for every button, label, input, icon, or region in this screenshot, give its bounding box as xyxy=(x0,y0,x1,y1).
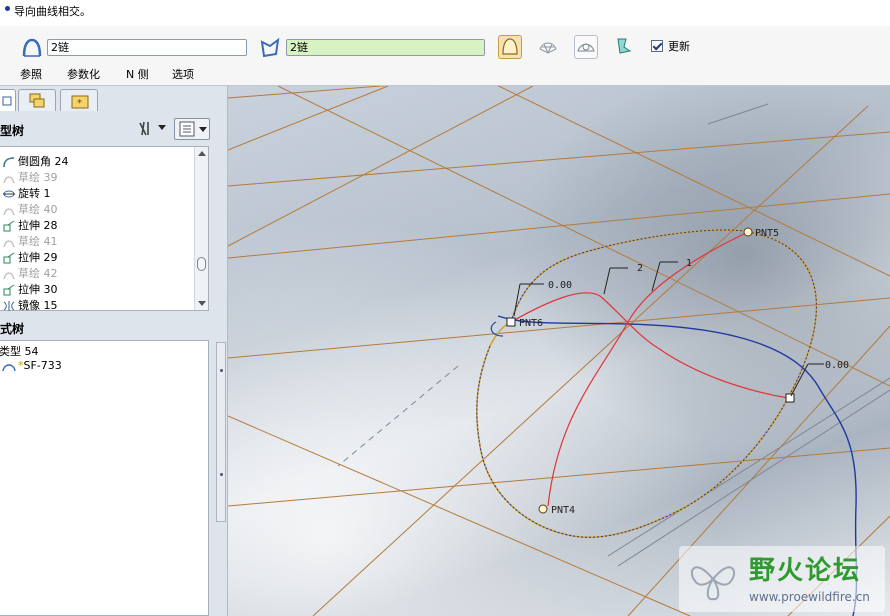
sketch-icon xyxy=(3,272,15,280)
mirror-icon xyxy=(3,301,15,311)
analysis-preview-button[interactable] xyxy=(574,35,598,59)
list-item[interactable]: 草绘 40 xyxy=(2,201,58,217)
surface-preview-button[interactable] xyxy=(498,35,522,59)
settings-dropdown-button[interactable] xyxy=(136,119,170,139)
watermark-url: www.proewildfire.cn xyxy=(749,590,870,604)
tab-n-sided[interactable]: N 侧 xyxy=(126,66,149,82)
list-item[interactable]: 类型 54 xyxy=(0,343,39,359)
feature-dashboard: 2链 2链 更新 参照 参数化 N 侧 选项 xyxy=(0,26,890,86)
model-tree-title: 型树 xyxy=(0,124,25,138)
list-icon xyxy=(179,121,195,137)
svg-text:*: * xyxy=(77,98,82,109)
datum-point-pnt5[interactable] xyxy=(743,227,753,237)
list-item[interactable]: 拉伸 29 xyxy=(2,249,58,265)
curve-label-2: 2 xyxy=(637,263,643,274)
first-direction-chain-field[interactable]: 2链 xyxy=(47,39,247,56)
show-dropdown-button[interactable] xyxy=(174,118,210,140)
list-item[interactable]: 镜像 15 xyxy=(2,297,58,313)
surface-icon xyxy=(2,364,16,372)
model-tree-icon xyxy=(2,96,12,106)
list-item[interactable]: 拉伸 30 xyxy=(2,281,58,297)
second-direction-chain-icon[interactable] xyxy=(258,36,282,60)
boundary-chain-icon[interactable] xyxy=(20,36,44,60)
update-checkbox[interactable] xyxy=(651,40,663,52)
mesh-preview-button[interactable] xyxy=(537,35,561,59)
tab-favorites[interactable]: * xyxy=(60,89,98,111)
chevron-down-icon xyxy=(199,127,207,132)
glasses-icon xyxy=(617,38,632,54)
datum-point-pnt6[interactable] xyxy=(506,317,516,327)
scroll-up-icon[interactable] xyxy=(198,151,206,156)
end-handle[interactable] xyxy=(785,393,795,403)
favorites-folder-icon: * xyxy=(71,95,89,109)
style-tree-title: 式树 xyxy=(0,322,25,336)
tab-parameterization[interactable]: 参数化 xyxy=(67,66,100,82)
message-text: 导向曲线相交。 xyxy=(14,5,91,18)
extrude-icon xyxy=(3,252,15,264)
sketch-icon xyxy=(3,240,15,248)
tab-model-tree[interactable] xyxy=(0,89,16,111)
list-item[interactable]: 草绘 42 xyxy=(2,265,58,281)
butterfly-logo-icon xyxy=(690,566,736,601)
point-label-pnt4: PNT4 xyxy=(551,505,575,516)
navigator-panel: * 型树 倒圆角 24 草绘 39 旋转 1 草绘 40 拉伸 28 草绘 41… xyxy=(0,86,228,616)
extrude-icon xyxy=(3,284,15,296)
dimension-value-1[interactable]: 0.00 xyxy=(548,280,572,291)
list-item[interactable]: 倒圆角 24 xyxy=(2,153,69,169)
tab-folder-browser[interactable] xyxy=(18,89,56,111)
point-label-pnt5: PNT5 xyxy=(755,228,779,239)
point-label-pnt6: PNT6 xyxy=(519,318,543,329)
chevron-down-icon xyxy=(158,125,166,130)
curve-label-1: 1 xyxy=(686,258,692,269)
scroll-thumb[interactable] xyxy=(197,257,206,271)
sash-dot xyxy=(220,473,223,476)
list-item[interactable]: 草绘 39 xyxy=(2,169,58,185)
glasses-preview-button[interactable] xyxy=(612,35,636,59)
list-item[interactable]: 草绘 41 xyxy=(2,233,58,249)
sash-dot xyxy=(220,369,223,372)
message-bar: 导向曲线相交。 xyxy=(0,0,890,26)
model-tree-list: 倒圆角 24 草绘 39 旋转 1 草绘 40 拉伸 28 草绘 41 拉伸 2… xyxy=(0,146,209,313)
sketch-icon xyxy=(3,208,15,216)
list-item[interactable]: *SF-733 xyxy=(2,359,62,375)
list-item[interactable]: 拉伸 28 xyxy=(2,217,58,233)
graphics-viewport[interactable]: PNT5 PNT6 PNT4 0.00 0.00 2 1 野火论坛 www.pr… xyxy=(228,86,890,616)
tab-references[interactable]: 参照 xyxy=(20,66,42,82)
dimension-value-2[interactable]: 0.00 xyxy=(825,360,849,371)
scroll-down-icon[interactable] xyxy=(198,301,206,306)
surface-icon xyxy=(502,38,518,55)
update-label: 更新 xyxy=(668,40,690,53)
round-icon xyxy=(3,157,15,168)
sketch-icon xyxy=(3,176,15,184)
tools-icon xyxy=(139,121,149,136)
tab-options[interactable]: 选项 xyxy=(172,66,194,82)
model-scene: PNT5 PNT6 PNT4 0.00 0.00 2 1 xyxy=(228,86,890,616)
list-item[interactable]: 旋转 1 xyxy=(2,185,51,201)
model-tree-scrollbar[interactable] xyxy=(194,147,208,310)
extrude-icon xyxy=(3,220,15,232)
watermark: 野火论坛 www.proewildfire.cn xyxy=(679,546,885,612)
second-direction-chain-field[interactable]: 2链 xyxy=(286,39,485,56)
analysis-icon xyxy=(577,43,595,52)
watermark-title: 野火论坛 xyxy=(749,556,862,586)
folder-stack-icon xyxy=(29,93,45,108)
revolve-icon xyxy=(3,190,15,198)
datum-point-pnt4[interactable] xyxy=(538,504,548,514)
message-bullet-icon xyxy=(5,6,10,11)
style-tree-list: 类型 54 *SF-733 xyxy=(0,340,209,616)
sash-handle[interactable] xyxy=(216,342,226,522)
surface-shadow xyxy=(228,86,890,616)
mesh-icon xyxy=(539,42,557,54)
